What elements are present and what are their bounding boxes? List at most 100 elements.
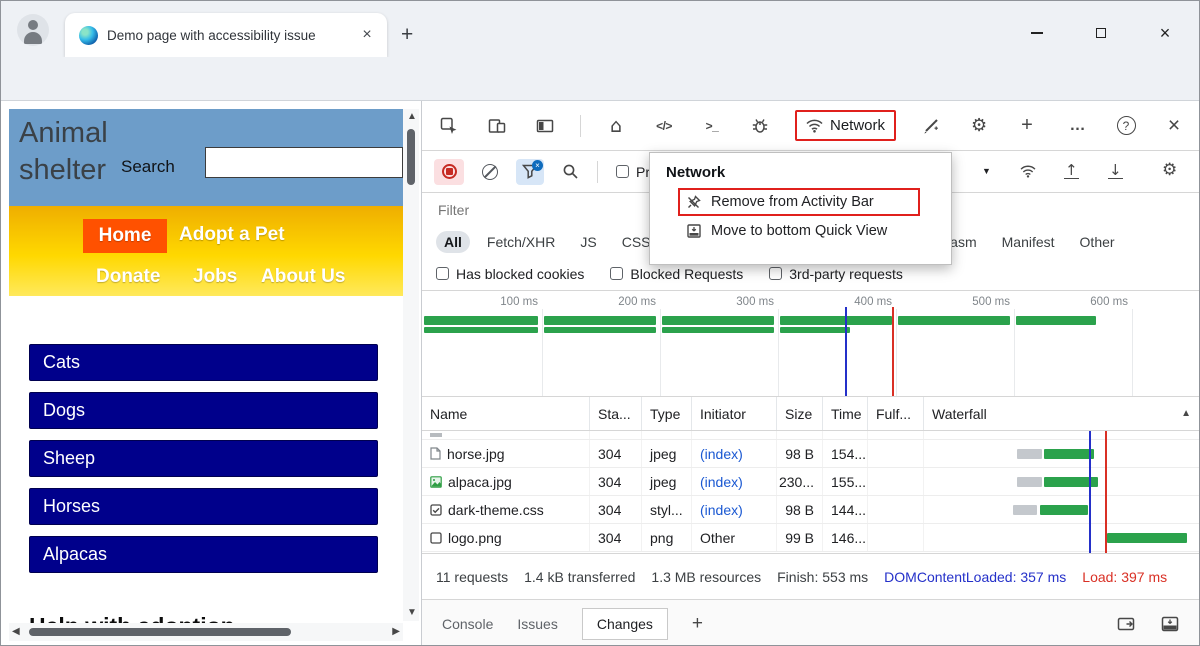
inspect-icon[interactable] xyxy=(436,113,462,139)
drawer-tab-issues[interactable]: Issues xyxy=(517,616,557,632)
table-row-dark-theme-css[interactable]: dark-theme.css 304 styl... (index) 98 B … xyxy=(422,496,1200,524)
column-header-initiator[interactable]: Initiator xyxy=(692,397,777,430)
menu-item-move-to-bottom[interactable]: Move to bottom Quick View xyxy=(686,219,951,243)
maximize-button[interactable] xyxy=(1081,19,1121,47)
category-button-sheep[interactable]: Sheep xyxy=(29,440,378,477)
dock-side-icon[interactable] xyxy=(532,113,558,139)
sort-asc-icon[interactable]: ▲ xyxy=(1181,408,1191,419)
scroll-down-icon[interactable]: ▼ xyxy=(407,608,417,618)
new-tab-button[interactable]: + xyxy=(401,23,413,47)
initiator-link[interactable]: (index) xyxy=(700,502,743,518)
browser-tab[interactable]: Demo page with accessibility issue × xyxy=(65,13,387,57)
scroll-left-icon[interactable]: ◀ xyxy=(12,627,20,637)
devtools-more-icon[interactable]: … xyxy=(1065,113,1091,139)
tab-close-icon[interactable]: × xyxy=(357,25,377,45)
table-row-partial[interactable] xyxy=(422,431,1200,440)
request-fulfilled xyxy=(868,440,924,467)
category-button-dogs[interactable]: Dogs xyxy=(29,392,378,429)
record-button[interactable] xyxy=(434,159,464,185)
waterfall-bar xyxy=(1016,316,1096,325)
column-header-name[interactable]: Name xyxy=(422,397,590,430)
network-tool-label: Network xyxy=(830,117,885,134)
category-button-alpacas[interactable]: Alpacas xyxy=(29,536,378,573)
filter-pill-other[interactable]: Other xyxy=(1072,231,1123,253)
column-header-time[interactable]: Time xyxy=(823,397,868,430)
expand-quick-view-icon[interactable] xyxy=(1161,616,1179,635)
request-type: jpeg xyxy=(642,468,692,495)
debugger-bug-icon[interactable] xyxy=(747,113,773,139)
network-conditions-icon[interactable] xyxy=(1020,165,1036,181)
performance-icon[interactable] xyxy=(918,113,944,139)
request-size: 99 B xyxy=(777,524,823,551)
filter-pill-manifest[interactable]: Manifest xyxy=(994,231,1063,253)
filter-pill-js[interactable]: JS xyxy=(572,231,604,253)
gear-icon[interactable]: ⚙ xyxy=(966,113,992,139)
network-tool-button[interactable]: Network xyxy=(795,110,896,141)
panel-position-icon[interactable] xyxy=(1117,616,1135,635)
menu-item-remove-from-activity-bar[interactable]: Remove from Activity Bar xyxy=(678,188,920,216)
checkbox[interactable] xyxy=(769,267,782,280)
profile-avatar[interactable] xyxy=(17,14,49,46)
drawer-tab-changes[interactable]: Changes xyxy=(582,608,668,640)
export-har-icon[interactable]: ↓ xyxy=(1108,163,1123,179)
search-input[interactable] xyxy=(205,147,403,178)
device-emulation-icon[interactable] xyxy=(484,113,510,139)
request-status: 304 xyxy=(590,468,642,495)
checkbox[interactable] xyxy=(436,267,449,280)
import-har-icon[interactable]: ↑ xyxy=(1064,163,1079,179)
checkbox[interactable] xyxy=(610,267,623,280)
filter-pill-fetch[interactable]: Fetch/XHR xyxy=(479,231,563,253)
network-settings-gear-icon[interactable]: ⚙ xyxy=(1162,160,1177,180)
add-tools-icon[interactable]: + xyxy=(1014,113,1040,139)
nav-about-link[interactable]: About Us xyxy=(261,266,345,288)
vertical-scroll-thumb[interactable] xyxy=(407,129,415,185)
sources-icon[interactable]: </> xyxy=(651,113,677,139)
third-party-requests-toggle[interactable]: 3rd-party requests xyxy=(769,266,903,282)
devtools-close-icon[interactable]: × xyxy=(1161,113,1187,139)
table-row-logo-png[interactable]: logo.png 304 png Other 99 B 146... xyxy=(422,524,1200,552)
table-row-alpaca[interactable]: alpaca.jpg 304 jpeg (index) 230... 155..… xyxy=(422,468,1200,496)
home-icon[interactable]: ⌂ xyxy=(603,113,629,139)
filter-active-badge: × xyxy=(532,160,543,171)
horizontal-scroll-thumb[interactable] xyxy=(29,628,291,636)
minimize-button[interactable] xyxy=(1017,19,1057,47)
request-size: 230... xyxy=(777,468,823,495)
horizontal-scrollbar[interactable]: ◀ ▶ xyxy=(9,623,403,641)
nav-adopt-link[interactable]: Adopt a Pet xyxy=(179,224,285,246)
preserve-log-checkbox[interactable] xyxy=(616,165,629,178)
column-header-size[interactable]: Size xyxy=(777,397,823,430)
console-icon[interactable]: >_ xyxy=(699,113,725,139)
initiator-link[interactable]: (index) xyxy=(700,446,743,462)
category-button-cats[interactable]: Cats xyxy=(29,344,378,381)
table-row-horse[interactable]: horse.jpg 304 jpeg (index) 98 B 154... xyxy=(422,440,1200,468)
request-type: png xyxy=(642,524,692,551)
drawer-add-tab-icon[interactable]: + xyxy=(692,613,703,635)
nav-donate-link[interactable]: Donate xyxy=(96,266,160,288)
question-mark: ? xyxy=(1117,116,1136,135)
category-button-horses[interactable]: Horses xyxy=(29,488,378,525)
person-icon xyxy=(28,20,38,30)
chevron-down-icon[interactable]: ▼ xyxy=(982,166,991,176)
has-blocked-cookies-toggle[interactable]: Has blocked cookies xyxy=(436,266,584,282)
nav-jobs-link[interactable]: Jobs xyxy=(193,266,237,288)
filter-funnel-icon[interactable]: × xyxy=(516,159,544,185)
network-overview-timeline[interactable]: 100 ms 200 ms 300 ms 400 ms 500 ms 600 m… xyxy=(422,291,1200,397)
column-header-type[interactable]: Type xyxy=(642,397,692,430)
search-icon[interactable] xyxy=(562,163,579,180)
window-close-button[interactable]: × xyxy=(1145,19,1185,47)
initiator-link[interactable]: (index) xyxy=(700,474,743,490)
drawer-tab-console[interactable]: Console xyxy=(442,616,493,632)
scroll-right-icon[interactable]: ▶ xyxy=(392,627,400,637)
scroll-up-icon[interactable]: ▲ xyxy=(407,112,417,122)
filter-input[interactable] xyxy=(436,201,626,219)
filter-pill-all[interactable]: All xyxy=(436,231,470,253)
column-header-waterfall[interactable]: Waterfall ▲ xyxy=(924,397,1200,430)
column-header-fulfilled[interactable]: Fulf... xyxy=(868,397,924,430)
waterfall-bar xyxy=(780,327,850,333)
column-header-status[interactable]: Sta... xyxy=(590,397,642,430)
blocked-requests-toggle[interactable]: Blocked Requests xyxy=(610,266,743,282)
nav-home-link[interactable]: Home xyxy=(83,219,167,253)
help-icon[interactable]: ? xyxy=(1113,113,1139,139)
vertical-scrollbar[interactable]: ▲ ▼ xyxy=(403,109,419,621)
clear-icon[interactable] xyxy=(482,164,498,180)
